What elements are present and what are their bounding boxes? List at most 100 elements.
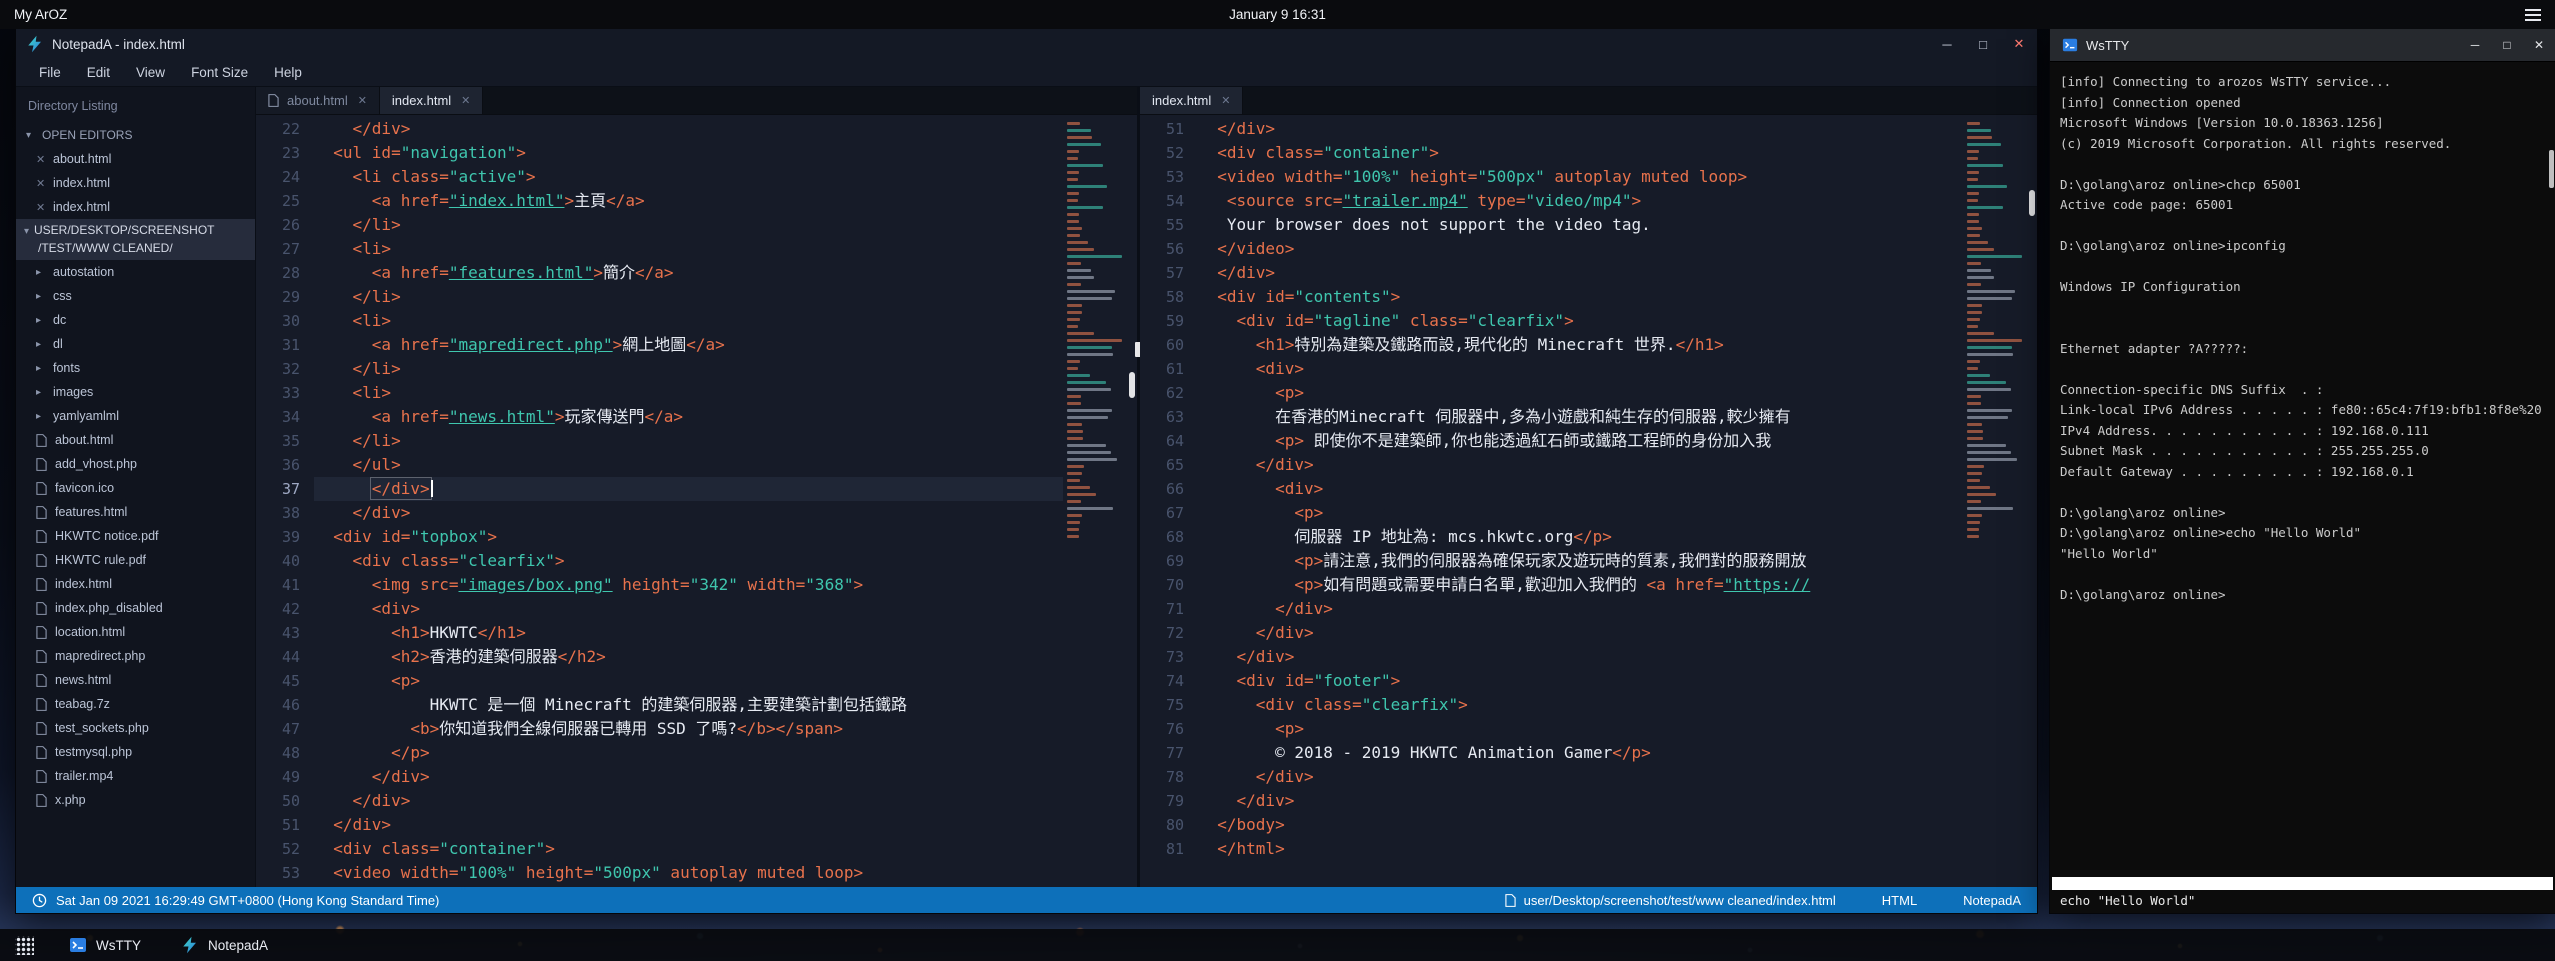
- code-line[interactable]: </li>: [314, 429, 1063, 453]
- tab-close-icon[interactable]: ✕: [358, 94, 367, 107]
- folder-item[interactable]: ▸autostation: [16, 260, 255, 284]
- code-line[interactable]: <a href="news.html">玩家傳送門</a>: [314, 405, 1063, 429]
- code-line[interactable]: <p>: [1198, 717, 1963, 741]
- code-line[interactable]: </li>: [314, 285, 1063, 309]
- taskbar-item-wstty[interactable]: WsTTY: [49, 929, 161, 961]
- code-line[interactable]: <li>: [314, 309, 1063, 333]
- code-line[interactable]: </div>: [314, 501, 1063, 525]
- file-item[interactable]: news.html: [16, 668, 255, 692]
- file-item[interactable]: HKWTC rule.pdf: [16, 548, 255, 572]
- code-line[interactable]: <div>: [314, 597, 1063, 621]
- code-line[interactable]: <li class="active">: [314, 165, 1063, 189]
- file-item[interactable]: location.html: [16, 620, 255, 644]
- terminal-output[interactable]: [info] Connecting to arozos WsTTY servic…: [2060, 72, 2551, 605]
- close-button[interactable]: ✕: [2001, 29, 2037, 59]
- code-line[interactable]: <div class="clearfix">: [314, 549, 1063, 573]
- code-line[interactable]: <p>: [1198, 381, 1963, 405]
- code-line[interactable]: <div>: [1198, 477, 1963, 501]
- menu-help[interactable]: Help: [261, 65, 315, 80]
- workspace-root-item[interactable]: ▾USER/DESKTOP/SCREENSHOT /TEST/WWW CLEAN…: [16, 219, 255, 260]
- code-line[interactable]: <div id="contents">: [1198, 285, 1963, 309]
- code-line[interactable]: © 2018 - 2019 HKWTC Animation Gamer</p>: [1198, 741, 1963, 765]
- file-item[interactable]: index.html: [16, 572, 255, 596]
- file-item[interactable]: test_sockets.php: [16, 716, 255, 740]
- minimize-button[interactable]: ─: [2459, 29, 2491, 61]
- file-item[interactable]: features.html: [16, 500, 255, 524]
- code-line[interactable]: <p>: [1198, 501, 1963, 525]
- code-line[interactable]: </div>: [1198, 453, 1963, 477]
- code-line[interactable]: </div>: [314, 813, 1063, 837]
- notepada-titlebar[interactable]: NotepadA - index.html ─ □ ✕: [16, 29, 2037, 59]
- code-line[interactable]: </video>: [1198, 237, 1963, 261]
- editor-left[interactable]: 2223242526272829303132333435363738394041…: [256, 115, 1137, 887]
- menu-font-size[interactable]: Font Size: [178, 65, 261, 80]
- code-line[interactable]: </div>: [1198, 261, 1963, 285]
- code-line[interactable]: <h2>香港的建築伺服器</h2>: [314, 645, 1063, 669]
- maximize-button[interactable]: □: [1965, 29, 2001, 59]
- editor-right[interactable]: 5152535455565758596061626364656667686970…: [1140, 115, 2037, 887]
- code-line[interactable]: <img src="images/box.png" height="342" w…: [314, 573, 1063, 597]
- code-line[interactable]: <li>: [314, 237, 1063, 261]
- menu-view[interactable]: View: [123, 65, 178, 80]
- code-line[interactable]: 伺服器 IP 地址為: mcs.hkwtc.org</p>: [1198, 525, 1963, 549]
- code-line[interactable]: </div>: [1198, 597, 1963, 621]
- code-line[interactable]: <h1>特別為建築及鐵路而設,現代化的 Minecraft 世界.</h1>: [1198, 333, 1963, 357]
- code-line[interactable]: <p> 即使你不是建築師,你也能透過紅石師或鐵路工程師的身份加入我: [1198, 429, 1963, 453]
- file-item[interactable]: favicon.ico: [16, 476, 255, 500]
- menu-file[interactable]: File: [26, 65, 74, 80]
- open-editor-item[interactable]: ✕about.html: [16, 147, 255, 171]
- code-line[interactable]: </div>: [1198, 621, 1963, 645]
- file-item[interactable]: x.php: [16, 788, 255, 812]
- terminal-input-bar[interactable]: [2052, 877, 2553, 890]
- scrollbar-thumb[interactable]: [1129, 372, 1135, 398]
- code-line[interactable]: </li>: [314, 213, 1063, 237]
- menu-edit[interactable]: Edit: [74, 65, 123, 80]
- open-editor-item[interactable]: ✕index.html: [16, 171, 255, 195]
- code-line[interactable]: HKWTC 是一個 Minecraft 的建築伺服器,主要建築計劃包括鐵路: [314, 693, 1063, 717]
- code-line[interactable]: </div>: [1198, 645, 1963, 669]
- maximize-button[interactable]: □: [2491, 29, 2523, 61]
- terminal-scrollbar-thumb[interactable]: [2549, 150, 2554, 188]
- code-line[interactable]: </div>: [1198, 117, 1963, 141]
- code-line[interactable]: <div class="clearfix">: [1198, 693, 1963, 717]
- file-item[interactable]: about.html: [16, 428, 255, 452]
- code-line[interactable]: </ul>: [314, 453, 1063, 477]
- code-line[interactable]: 在香港的Minecraft 伺服器中,多為小遊戲和純生存的伺服器,較少擁有: [1198, 405, 1963, 429]
- folder-item[interactable]: ▸dc: [16, 308, 255, 332]
- code-line[interactable]: </li>: [314, 357, 1063, 381]
- code-line[interactable]: <div class="container">: [1198, 141, 1963, 165]
- code-area[interactable]: </div> <ul id="navigation"> <li class="a…: [314, 117, 1063, 887]
- open-editor-item[interactable]: ✕index.html: [16, 195, 255, 219]
- code-line[interactable]: </body>: [1198, 813, 1963, 837]
- file-item[interactable]: index.php_disabled: [16, 596, 255, 620]
- scrollbar-thumb[interactable]: [2029, 190, 2035, 216]
- close-file-icon[interactable]: ✕: [36, 153, 46, 166]
- folder-item[interactable]: ▸dl: [16, 332, 255, 356]
- code-line[interactable]: <p>: [314, 669, 1063, 693]
- folder-item[interactable]: ▸css: [16, 284, 255, 308]
- code-line[interactable]: <div id="tagline" class="clearfix">: [1198, 309, 1963, 333]
- code-line[interactable]: <p>如有問題或需要申請白名單,歡迎加入我們的 <a href="https:/…: [1198, 573, 1963, 597]
- open-editors-section[interactable]: ▾ OPEN EDITORS: [16, 123, 255, 147]
- code-line[interactable]: </div>: [1198, 789, 1963, 813]
- minimize-button[interactable]: ─: [1929, 29, 1965, 59]
- code-line[interactable]: <div id="topbox">: [314, 525, 1063, 549]
- code-line[interactable]: </div>: [314, 765, 1063, 789]
- code-line[interactable]: </p>: [314, 741, 1063, 765]
- app-launcher-button[interactable]: [0, 929, 49, 961]
- code-line[interactable]: <div>: [1198, 357, 1963, 381]
- code-line[interactable]: <b>你知道我們全線伺服器已轉用 SSD 了嗎?</b></span>: [314, 717, 1063, 741]
- code-line[interactable]: <div id="footer">: [1198, 669, 1963, 693]
- minimap-left[interactable]: [1063, 117, 1137, 887]
- tab-index.html[interactable]: index.html✕: [1140, 87, 1243, 114]
- minimap-right[interactable]: [1963, 117, 2037, 887]
- folder-item[interactable]: ▸yamlyamlml: [16, 404, 255, 428]
- folder-item[interactable]: ▸fonts: [16, 356, 255, 380]
- file-item[interactable]: trailer.mp4: [16, 764, 255, 788]
- code-line[interactable]: </div>: [1198, 765, 1963, 789]
- tab-about.html[interactable]: about.html✕: [256, 87, 380, 114]
- code-line[interactable]: <a href="features.html">簡介</a>: [314, 261, 1063, 285]
- wstty-titlebar[interactable]: WsTTY ─ □ ✕: [2050, 29, 2555, 62]
- close-button[interactable]: ✕: [2523, 29, 2555, 61]
- code-line[interactable]: <h1>HKWTC</h1>: [314, 621, 1063, 645]
